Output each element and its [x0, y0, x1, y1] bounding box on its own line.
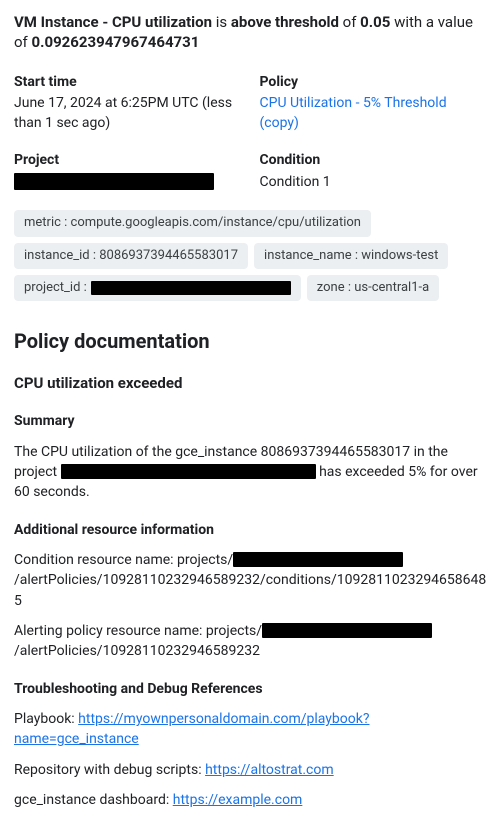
project-label: Project — [14, 151, 242, 171]
pol-post: /alertPolicies/10928110232946589232 — [14, 643, 260, 659]
tag-metric: metric : compute.googleapis.com/instance… — [14, 210, 371, 236]
cond-post: /alertPolicies/10928110232946589232/cond… — [14, 572, 486, 608]
headline-value: 0.092623947967464731 — [32, 33, 200, 51]
labels-row: metric : compute.googleapis.com/instance… — [14, 210, 487, 301]
cond-pre: Condition resource name: projects/ — [14, 552, 233, 568]
tag-instance-id: instance_id : 8086937394465583017 — [14, 243, 248, 269]
tag-zone: zone : us-central1-a — [307, 275, 439, 301]
pol-project-redacted — [262, 623, 432, 638]
start-time-block: Start time June 17, 2024 at 6:25PM UTC (… — [14, 73, 242, 134]
dashboard-link[interactable]: https://example.com — [173, 792, 303, 808]
doc-subheading: CPU utilization exceeded — [14, 373, 487, 394]
pol-pre: Alerting policy resource name: projects/ — [14, 623, 262, 639]
policy-label: Policy — [260, 73, 488, 93]
tag-instance-name: instance_name : windows-test — [254, 243, 448, 269]
condition-value: Condition 1 — [260, 173, 488, 193]
tag-project-id-redacted — [91, 281, 291, 295]
playbook-line: Playbook: https://myownpersonaldomain.co… — [14, 709, 487, 750]
info-row-1: Start time June 17, 2024 at 6:25PM UTC (… — [14, 73, 487, 134]
tag-project-id: project_id : — [14, 275, 301, 301]
tag-project-id-key: project_id : — [24, 279, 87, 297]
start-time-value: June 17, 2024 at 6:25PM UTC (less than 1… — [14, 94, 242, 133]
headline-text: is — [212, 13, 231, 31]
policy-link[interactable]: CPU Utilization - 5% Threshold (copy) — [260, 95, 447, 131]
policy-block: Policy CPU Utilization - 5% Threshold (c… — [260, 73, 488, 134]
summary-text: The CPU utilization of the gce_instance … — [14, 442, 487, 503]
additional-info-heading: Additional resource information — [14, 521, 487, 541]
headline-subject: VM Instance - CPU utilization — [14, 13, 212, 31]
project-value — [14, 173, 242, 193]
headline-threshold: 0.05 — [360, 13, 390, 31]
alert-headline: VM Instance - CPU utilization is above t… — [14, 12, 487, 53]
condition-resource-line: Condition resource name: projects/ /alert… — [14, 550, 487, 611]
alert-page: VM Instance - CPU utilization is above t… — [0, 0, 501, 838]
repo-link[interactable]: https://altostrat.com — [205, 762, 334, 778]
dashboard-key: gce_instance dashboard: — [14, 792, 173, 808]
repo-key: Repository with debug scripts: — [14, 762, 205, 778]
policy-resource-line: Alerting policy resource name: projects/… — [14, 621, 487, 662]
policy-doc-heading: Policy documentation — [14, 327, 487, 355]
headline-text: of — [339, 13, 360, 31]
dashboard-line: gce_instance dashboard: https://example.… — [14, 790, 487, 810]
headline-state: above threshold — [231, 13, 339, 31]
cond-project-redacted — [233, 552, 403, 567]
troubleshoot-heading: Troubleshooting and Debug References — [14, 680, 487, 700]
summary-project-redacted — [61, 464, 316, 479]
repo-line: Repository with debug scripts: https://a… — [14, 760, 487, 780]
start-time-label: Start time — [14, 73, 242, 93]
condition-label: Condition — [260, 151, 488, 171]
condition-block: Condition Condition 1 — [260, 151, 488, 192]
project-redacted — [14, 173, 214, 190]
project-block: Project — [14, 151, 242, 192]
summary-heading: Summary — [14, 412, 487, 432]
playbook-key: Playbook: — [14, 711, 78, 727]
info-row-2: Project Condition Condition 1 — [14, 151, 487, 192]
